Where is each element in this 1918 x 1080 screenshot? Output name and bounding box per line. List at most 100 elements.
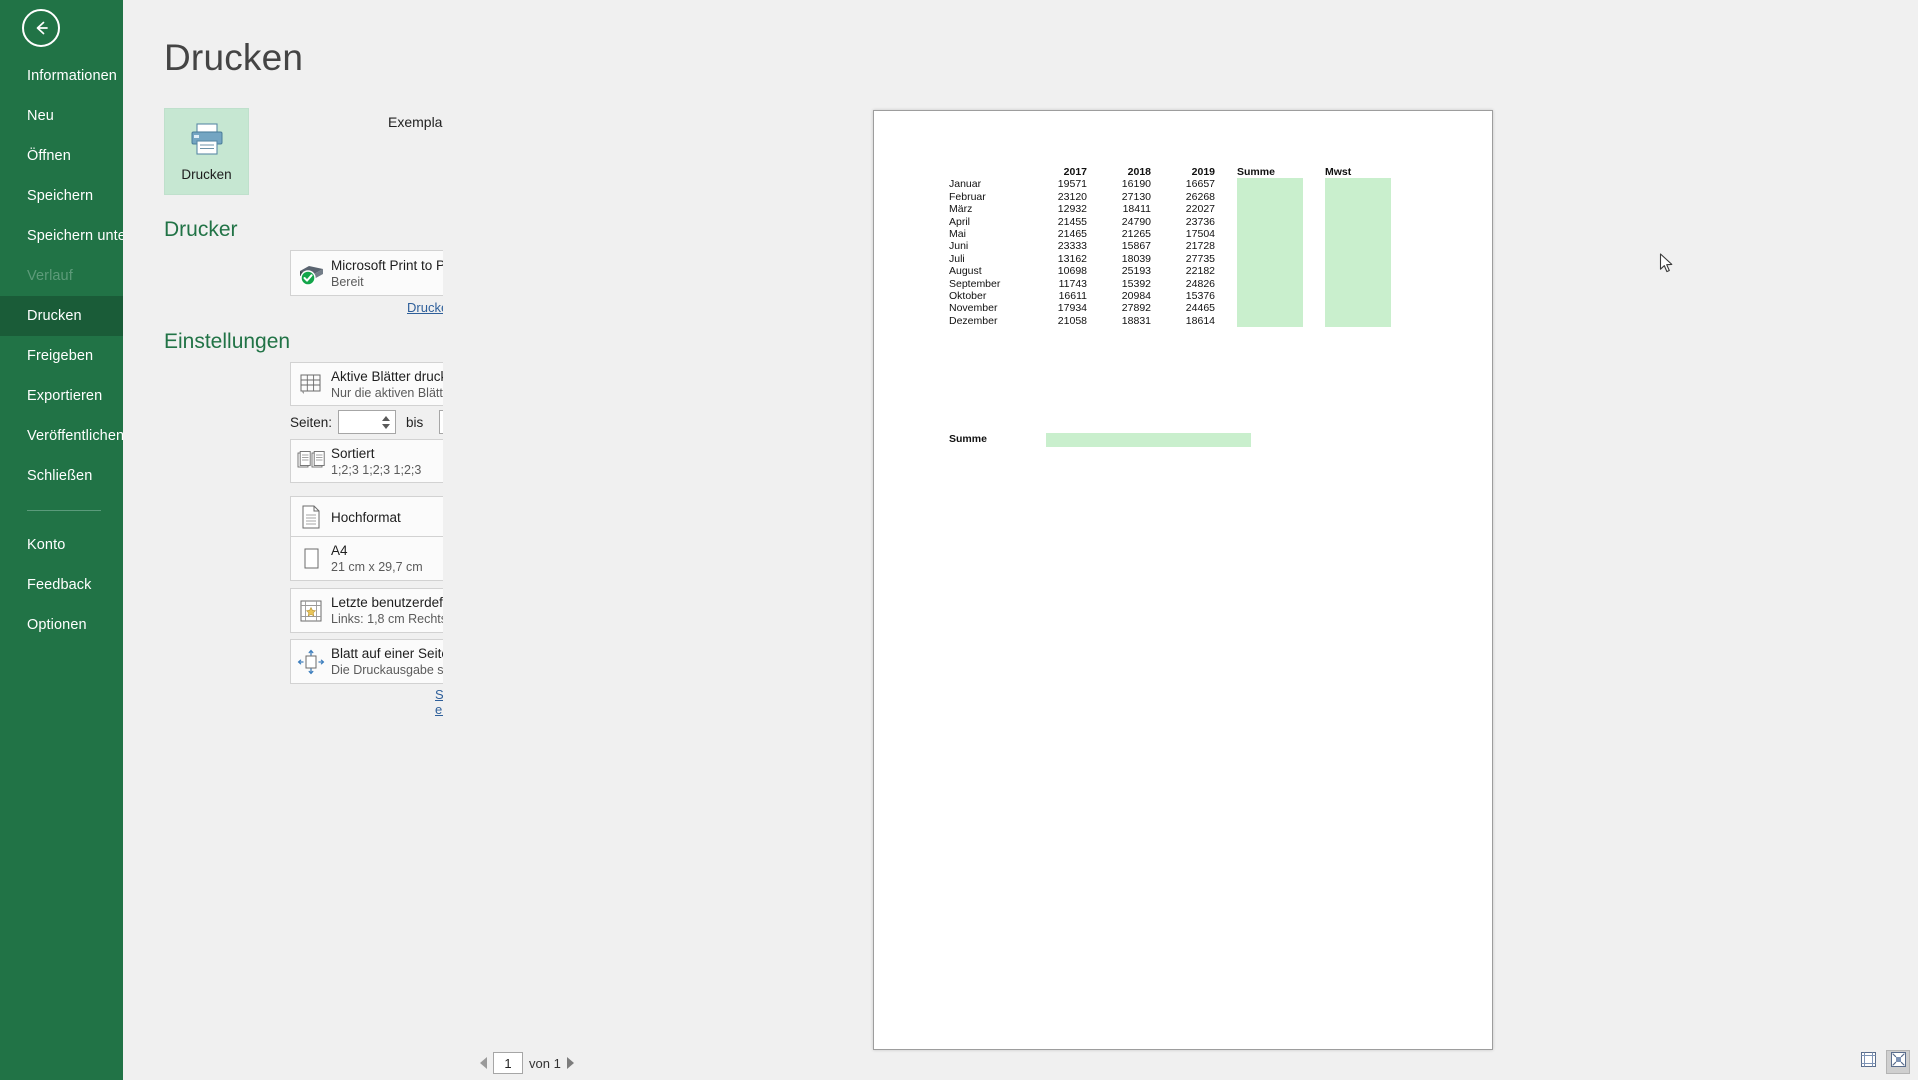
cell-mwst [1325, 314, 1391, 328]
cell-month: Juli [949, 252, 965, 265]
cell-2018: 20984 [1121, 290, 1151, 303]
cell-2018: 21265 [1121, 228, 1151, 241]
cell-gap [1215, 240, 1237, 252]
sidebar-item-konto[interactable]: Konto [0, 525, 123, 565]
nav-label: Exportieren [27, 388, 103, 404]
cell-gap [1303, 216, 1325, 228]
cell-month: Februar [949, 190, 986, 203]
margins-icon [291, 598, 331, 624]
paper-icon [291, 546, 331, 572]
table-row: September 11743 15392 24826 [949, 277, 1391, 291]
sidebar-item-oeffnen[interactable]: Öffnen [0, 136, 123, 176]
col-header-2018: 2018 [1127, 166, 1151, 178]
sidebar-item-exportieren[interactable]: Exportieren [0, 376, 123, 416]
col-header-blank [949, 166, 1023, 178]
cell-gap [1215, 278, 1237, 290]
cell-2017: 23333 [1057, 240, 1087, 253]
print-preview-area[interactable]: 2017 2018 2019 Summe Mwst Januar 19571 1… [443, 0, 1918, 1080]
sidebar-item-speichern-unter[interactable]: Speichern unter [0, 216, 131, 256]
nav-label: Neu [27, 108, 54, 124]
pages-from-stepper[interactable] [338, 410, 396, 434]
cell-summe [1237, 228, 1303, 241]
print-button[interactable]: Drucken [164, 108, 249, 195]
sidebar-item-drucken[interactable]: Drucken [0, 296, 123, 336]
sidebar-item-feedback[interactable]: Feedback [0, 565, 123, 605]
table-row: März 12932 18411 22027 [949, 203, 1391, 216]
sidebar-item-optionen[interactable]: Optionen [0, 605, 123, 645]
nav-label: Speichern unter [27, 228, 131, 244]
table-row: Juli 13162 18039 27735 [949, 252, 1391, 266]
cell-summe [1237, 314, 1303, 328]
nav-label: Verlauf [27, 268, 73, 284]
sidebar-item-informationen[interactable]: Informationen [0, 56, 123, 96]
nav-label: Konto [27, 537, 66, 553]
cell-2019: 18614 [1185, 314, 1215, 327]
table-row: Juni 23333 15867 21728 [949, 240, 1391, 253]
back-arrow-icon[interactable] [22, 9, 60, 47]
cell-2019: 17504 [1185, 228, 1215, 241]
nav-label: Öffnen [27, 148, 71, 164]
cell-summe [1237, 277, 1303, 291]
prev-page-icon[interactable] [480, 1057, 487, 1069]
spin-down-icon[interactable] [381, 423, 390, 429]
excel-backstage-print-screen: Informationen Neu Öffnen Speichern Speic… [0, 0, 1918, 1080]
cell-month: September [949, 277, 1001, 290]
cell-2018: 18831 [1121, 314, 1151, 327]
col-gap [1303, 166, 1325, 178]
cell-month: Dezember [949, 314, 998, 327]
zoom-to-page-button[interactable] [1886, 1050, 1910, 1074]
total-row-value-cell [1046, 433, 1251, 447]
zoom-to-page-icon [1890, 1051, 1907, 1073]
cell-mwst [1325, 290, 1391, 303]
cell-2018: 16190 [1121, 178, 1151, 191]
cell-2017: 16611 [1058, 290, 1087, 303]
cell-2018: 25193 [1121, 265, 1151, 278]
backstage-nav: Informationen Neu Öffnen Speichern Speic… [0, 0, 131, 1080]
cell-gap [1215, 265, 1237, 277]
pages-from-spin-arrows[interactable] [379, 411, 392, 433]
preview-table: 2017 2018 2019 Summe Mwst Januar 19571 1… [949, 166, 1391, 328]
nav-label: Schließen [27, 468, 93, 484]
sidebar-item-schliessen[interactable]: Schließen [0, 456, 123, 496]
cell-2019: 26268 [1185, 190, 1215, 203]
cell-month: November [949, 302, 998, 315]
col-header-summe: Summe [1237, 166, 1275, 178]
sidebar-item-veroeffentlichen[interactable]: Veröffentlichen [0, 416, 125, 456]
current-page-input[interactable]: 1 [493, 1052, 523, 1074]
sidebar-item-speichern[interactable]: Speichern [0, 176, 123, 216]
cell-2019: 22027 [1185, 203, 1215, 216]
cell-gap [1303, 302, 1325, 314]
cell-month: März [949, 203, 973, 216]
cell-2019: 23736 [1185, 215, 1215, 228]
spin-up-icon[interactable] [381, 415, 390, 421]
table-header-row: 2017 2018 2019 Summe Mwst [949, 166, 1391, 178]
cell-gap [1215, 302, 1237, 314]
total-row-label: Summe [949, 433, 987, 445]
cell-gap [1215, 290, 1237, 302]
cell-mwst [1325, 302, 1391, 315]
collate-icon [291, 449, 331, 473]
sidebar-item-freigeben[interactable]: Freigeben [0, 336, 123, 376]
cell-2018: 24790 [1121, 215, 1151, 228]
col-header-2019: 2019 [1191, 166, 1215, 178]
cell-2019: 27735 [1185, 252, 1215, 265]
cell-gap [1303, 253, 1325, 265]
next-page-icon[interactable] [566, 1057, 574, 1069]
nav-label: Veröffentlichen [27, 428, 125, 444]
portrait-page-icon [291, 504, 331, 530]
cell-gap [1303, 240, 1325, 252]
printer-icon [187, 122, 227, 161]
show-margins-button[interactable] [1856, 1050, 1880, 1074]
cell-2017: 17934 [1057, 302, 1087, 315]
sidebar-item-neu[interactable]: Neu [0, 96, 123, 136]
cell-mwst [1325, 203, 1391, 216]
mouse-pointer-icon [1659, 253, 1675, 280]
nav-divider [27, 510, 101, 511]
nav-label: Drucken [27, 308, 82, 324]
cell-gap [1303, 178, 1325, 190]
cell-mwst [1325, 178, 1391, 191]
cell-gap [1303, 191, 1325, 203]
col-header-mwst: Mwst [1325, 166, 1352, 178]
table-row: November 17934 27892 24465 [949, 302, 1391, 315]
printer-section-heading: Drucker [164, 218, 238, 241]
